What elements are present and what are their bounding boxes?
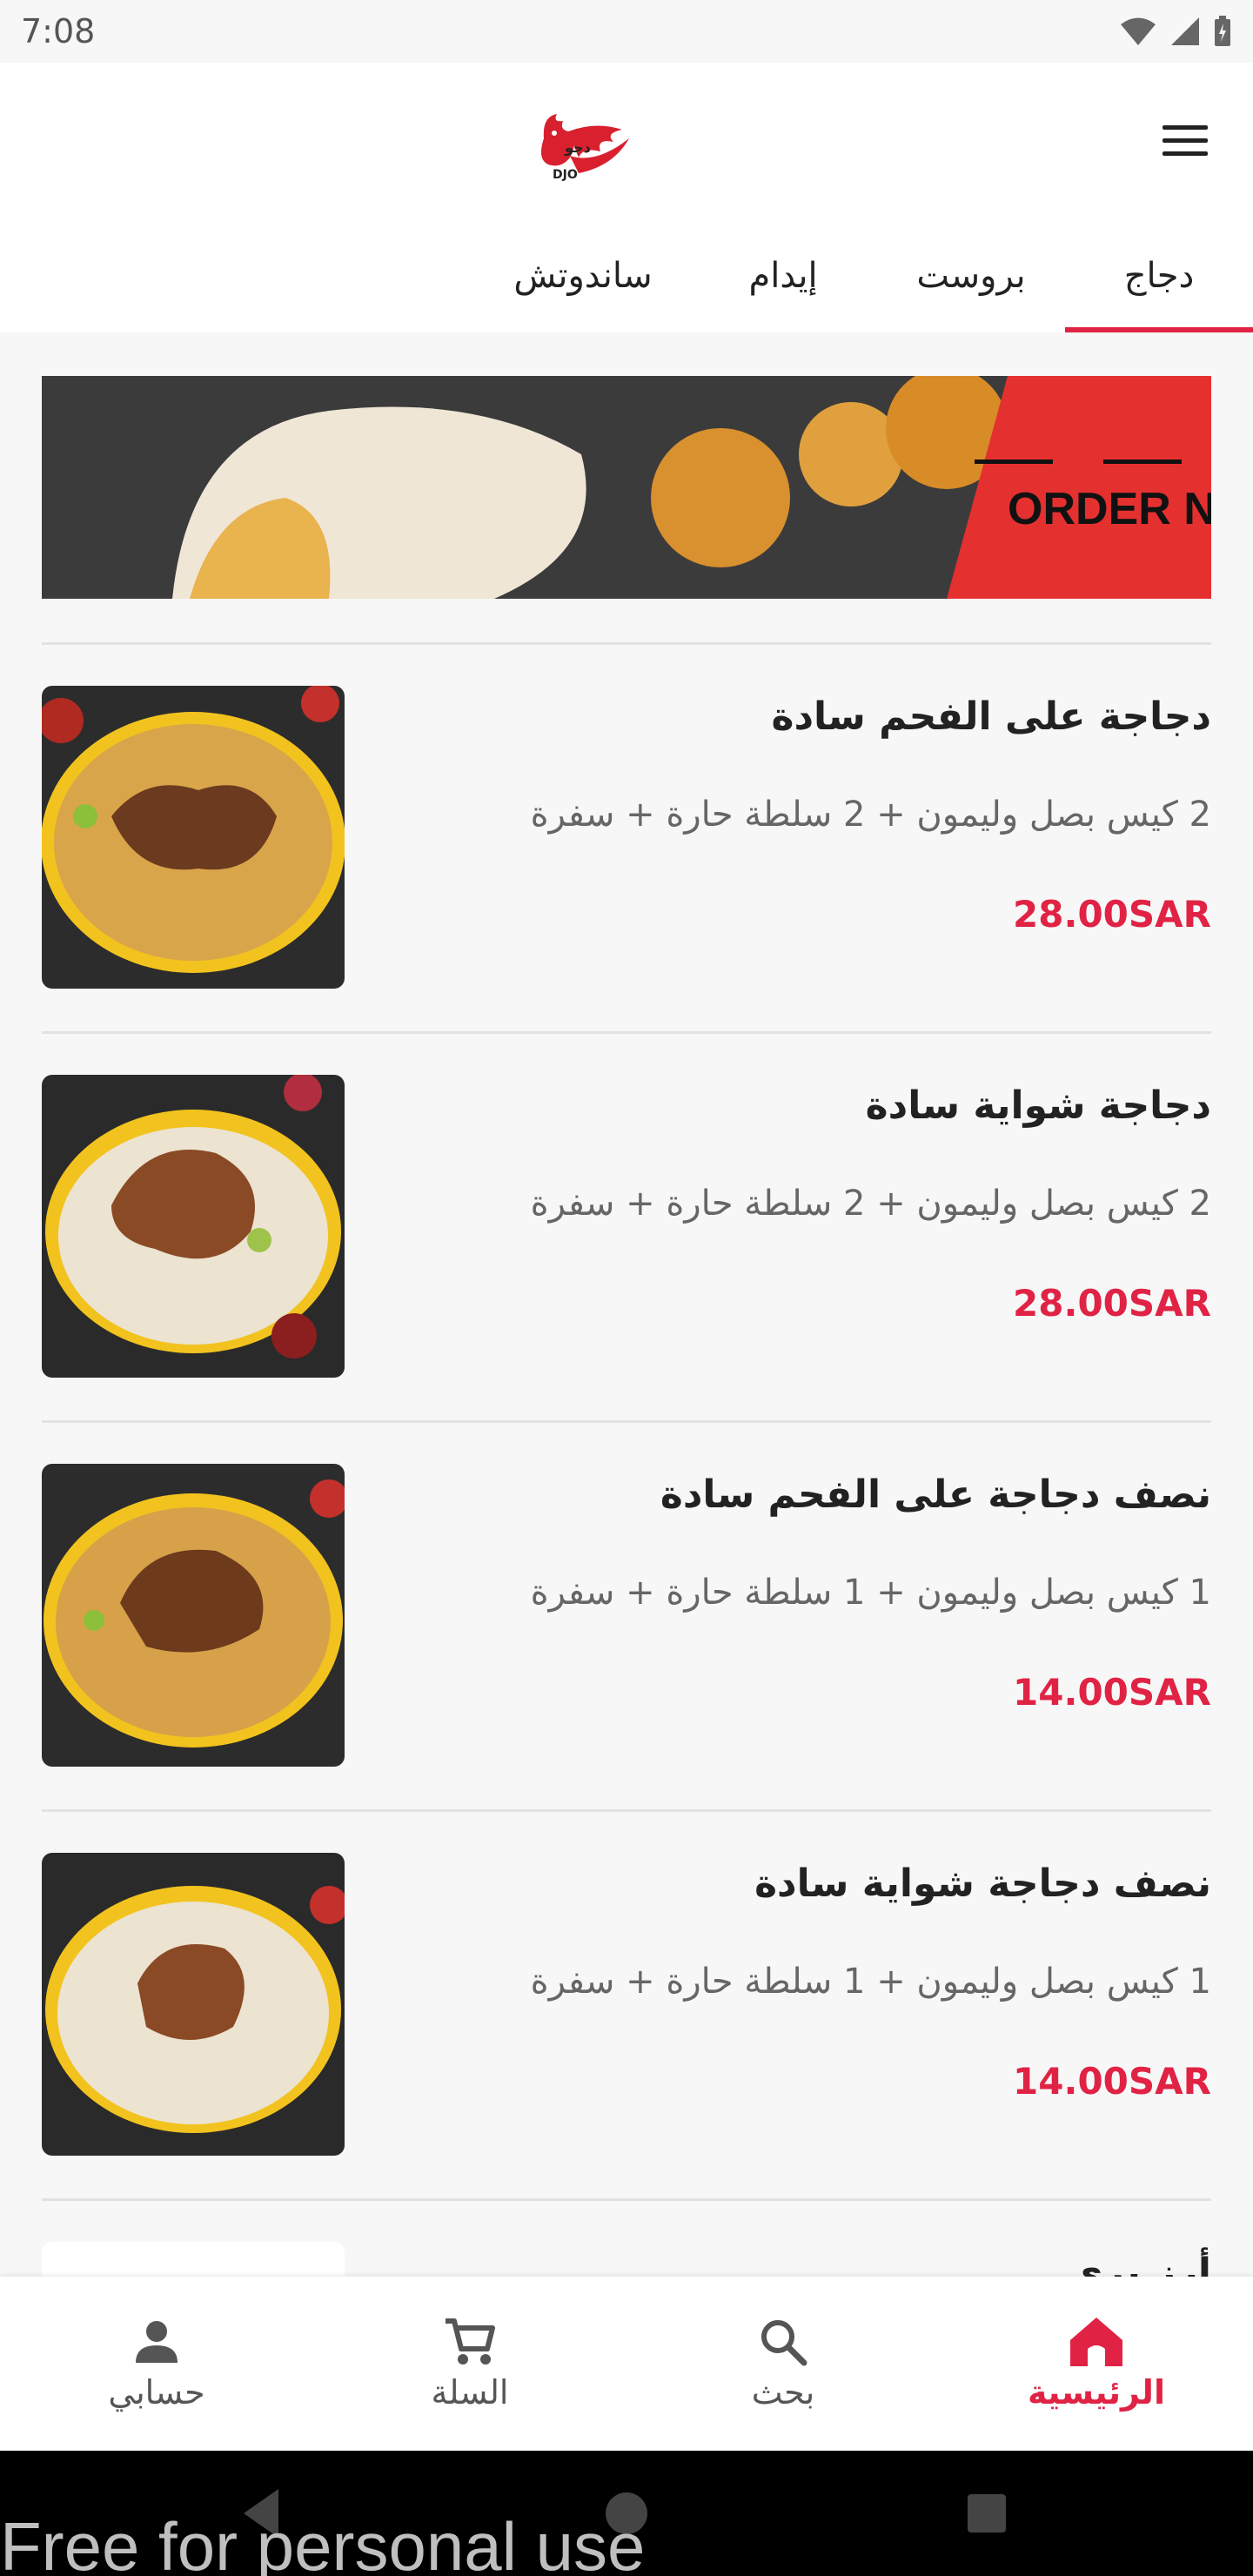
menu-item[interactable]: نصف دجاجة على الفحم سادة 1 كيس بصل وليمو… [42,1464,1211,1768]
dish-image [42,1853,345,2156]
battery-icon [1215,16,1230,46]
brand-logo[interactable]: دجو DJO [500,91,657,204]
item-description: 1 كيس بصل وليمون + 1 سلطة حارة + سفرة [530,1573,1211,1613]
search-icon [761,2320,807,2366]
cart-icon [446,2318,495,2365]
tab-chicken[interactable]: دجاج [1065,219,1253,332]
person-icon [136,2321,178,2363]
category-tabs: دجاج بروست إيدام ساندوتش [0,219,1253,332]
hamburger-menu-icon[interactable] [1159,115,1211,167]
banner-image: ORDER NOW [42,376,1211,599]
rooster-logo-icon: دجو DJO [540,114,629,182]
nav-cart[interactable]: السلة [313,2277,626,2451]
divider [42,642,1211,645]
item-description: 2 كيس بصل وليمون + 2 سلطة حارة + سفرة [530,1184,1211,1224]
dish-image [42,2242,345,2277]
divider [42,1809,1211,1812]
nav-home[interactable]: الرئيسية [940,2277,1253,2451]
menu-item[interactable]: دجاجة على الفحم سادة 2 كيس بصل وليمون + … [42,686,1211,990]
recents-icon [968,2494,1006,2532]
signal-icon [1171,17,1199,45]
app-header: دجو DJO دجاج بروست إيدام ساندوتش [0,63,1253,332]
item-title: نصف دجاجة على الفحم سادة [660,1472,1211,1517]
item-price: 28.00SAR [1013,893,1211,936]
item-title: نصف دجاجة شواية سادة [754,1862,1211,1906]
status-bar: 7:08 [0,0,1253,63]
dish-image [42,686,345,989]
item-price: 14.00SAR [1013,2060,1211,2103]
banner-order-now: ORDER NOW [1008,484,1211,534]
nav-search[interactable]: بحث [626,2277,940,2451]
menu-item[interactable]: أرز بري [42,2242,1211,2277]
status-icons [1119,16,1232,47]
nav-label: السلة [431,2373,509,2412]
logo-arabic: دجو [564,139,591,156]
item-title: دجاجة شواية سادة [865,1083,1211,1128]
tab-sandwich[interactable]: ساندوتش [487,219,679,332]
nav-label: حسابي [108,2373,205,2412]
menu-item[interactable]: دجاجة شواية سادة 2 كيس بصل وليمون + 2 سل… [42,1075,1211,1379]
item-description: 2 كيس بصل وليمون + 2 سلطة حارة + سفرة [530,795,1211,835]
dish-image [42,1464,345,1767]
menu-content: ORDER NOW دجاجة على الفحم سادة 2 كيس بصل… [0,332,1253,2277]
logo-text: DJO [553,168,578,182]
dish-image [42,1075,345,1378]
item-title: أرز بري [1067,2251,1211,2277]
nav-label: بحث [751,2373,815,2412]
nav-account[interactable]: حسابي [0,2277,313,2451]
status-time: 7:08 [21,12,96,50]
tab-idam[interactable]: إيدام [696,219,870,332]
item-price: 28.00SAR [1013,1282,1211,1325]
tab-broast[interactable]: بروست [879,219,1063,332]
item-price: 14.00SAR [1013,1671,1211,1714]
divider [42,1420,1211,1423]
menu-item[interactable]: نصف دجاجة شواية سادة 1 كيس بصل وليمون + … [42,1853,1211,2157]
item-title: دجاجة على الفحم سادة [771,694,1211,739]
promo-banner[interactable]: ORDER NOW [42,376,1211,599]
wifi-icon [1121,17,1156,45]
system-navigation-bar: Free for personal use [0,2451,1253,2576]
home-icon [1070,2318,1122,2366]
divider [42,2198,1211,2201]
nav-label: الرئيسية [1028,2373,1165,2412]
watermark-text: Free for personal use [0,2508,646,2576]
divider [42,1031,1211,1034]
bottom-navigation: حسابي السلة بحث الرئيسية [0,2277,1253,2451]
item-description: 1 كيس بصل وليمون + 1 سلطة حارة + سفرة [530,1962,1211,2002]
